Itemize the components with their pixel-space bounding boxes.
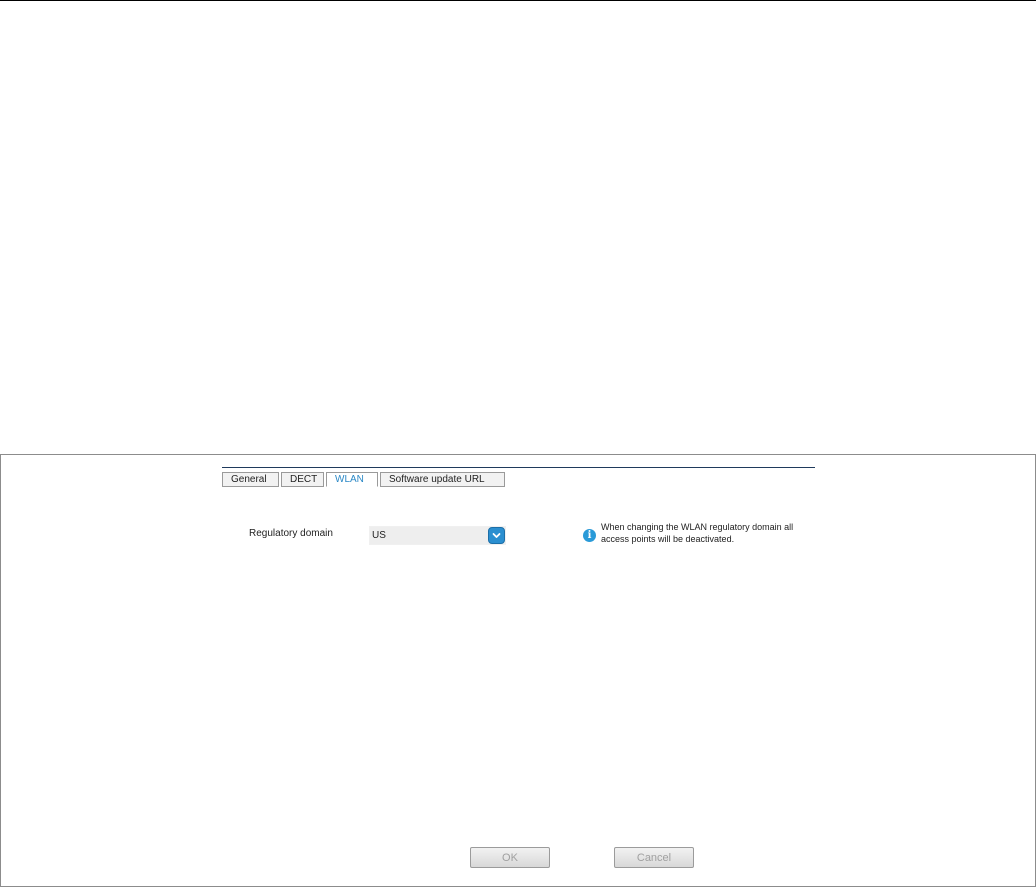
regulatory-domain-label: Regulatory domain [249,528,333,539]
regulatory-domain-value: US [372,530,386,541]
settings-panel: General DECT WLAN Software update URL Re… [0,454,1036,887]
regulatory-domain-select[interactable]: US [369,526,506,545]
top-divider [0,0,1036,1]
tab-dect[interactable]: DECT [281,472,324,487]
info-icon: i [583,529,596,542]
page: General DECT WLAN Software update URL Re… [0,0,1036,887]
tab-software-update-url[interactable]: Software update URL [380,472,505,487]
ok-button[interactable]: OK [470,847,550,868]
dropdown-button[interactable] [488,527,505,544]
cancel-button[interactable]: Cancel [614,847,694,868]
tab-wlan[interactable]: WLAN [326,472,378,487]
tab-general[interactable]: General [222,472,279,487]
info-message: When changing the WLAN regulatory domain… [601,522,794,544]
tab-bar: General DECT WLAN Software update URL [222,467,815,488]
chevron-down-icon [492,533,501,538]
